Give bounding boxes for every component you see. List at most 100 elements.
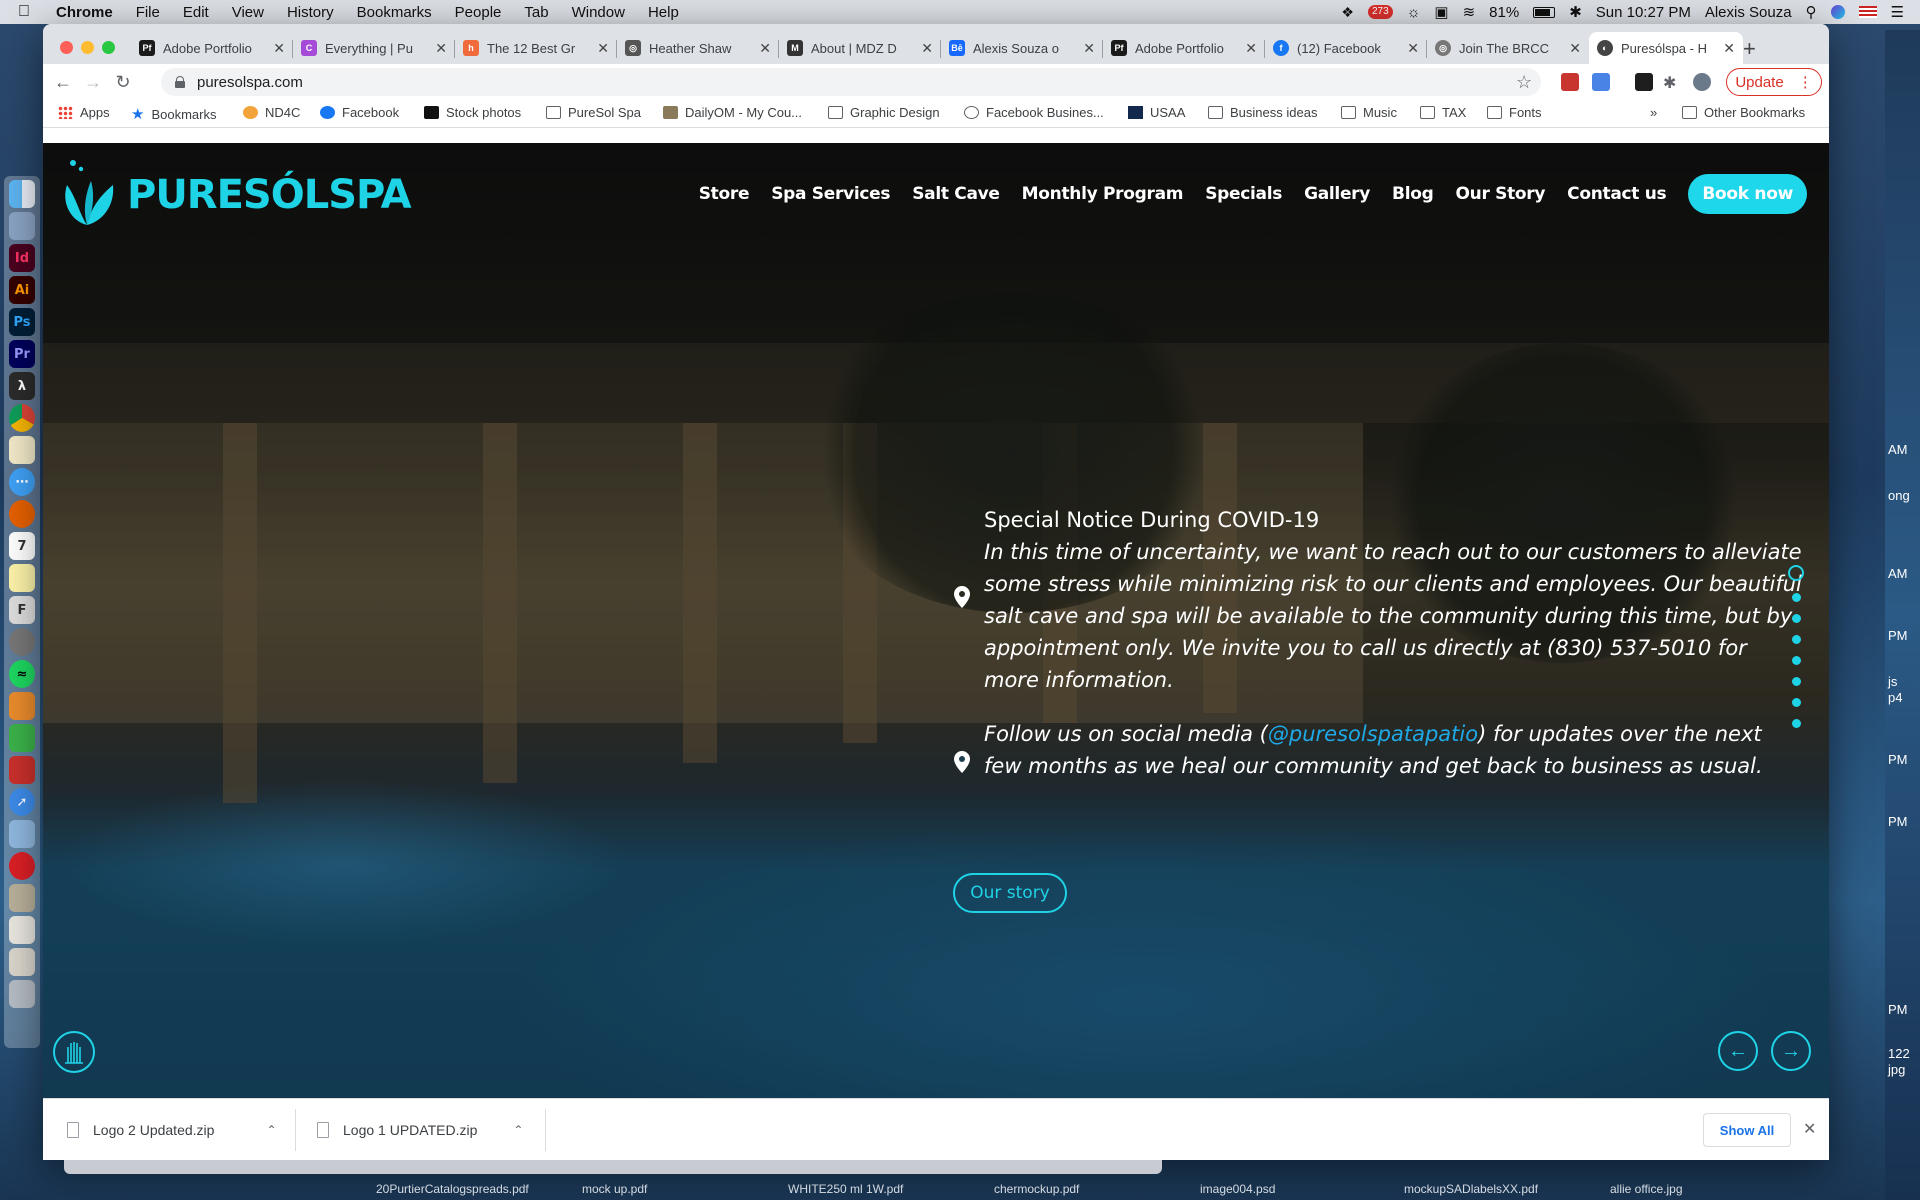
menu-edit[interactable]: Edit <box>183 4 209 21</box>
extension-profile-icon[interactable] <box>1693 73 1711 91</box>
nav-spa-services[interactable]: Spa Services <box>771 184 890 204</box>
bookmark-business-ideas[interactable]: Business ideas <box>1208 105 1317 120</box>
desktop-file-name[interactable]: image004.psd <box>1200 1182 1275 1196</box>
slide-dot[interactable] <box>1791 593 1801 602</box>
desktop-file-name[interactable]: chermockup.pdf <box>994 1182 1079 1196</box>
extension-drawing-icon[interactable] <box>1635 73 1653 91</box>
bookmark-nd4c[interactable]: ND4C <box>243 105 300 120</box>
downloads-stack-icon[interactable] <box>9 884 35 912</box>
menu-help[interactable]: Help <box>648 4 679 21</box>
creative-cloud-dock-icon[interactable] <box>9 852 35 880</box>
slide-dot[interactable] <box>1791 656 1801 665</box>
chrome-icon[interactable] <box>9 404 35 432</box>
close-tab-icon[interactable]: ✕ <box>1245 40 1257 57</box>
nav-blog[interactable]: Blog <box>1392 184 1434 204</box>
menu-tab[interactable]: Tab <box>524 4 548 21</box>
update-button[interactable]: Update ⋮ <box>1726 68 1822 96</box>
chevron-up-icon[interactable]: ⌃ <box>513 1123 523 1137</box>
close-tab-icon[interactable]: ✕ <box>1723 40 1735 57</box>
close-tab-icon[interactable]: ✕ <box>597 40 609 57</box>
close-tab-icon[interactable]: ✕ <box>759 40 771 57</box>
mail-badge[interactable]: 273 <box>1367 5 1393 19</box>
app-store-icon[interactable] <box>9 724 35 752</box>
menu-window[interactable]: Window <box>572 4 625 21</box>
book-now-button[interactable]: Book now <box>1688 174 1807 214</box>
nav-specials[interactable]: Specials <box>1205 184 1282 204</box>
bookmark-facebook-business[interactable]: Facebook Busines... <box>964 105 1104 120</box>
safari-icon[interactable]: ➚ <box>9 788 35 816</box>
nav-contact-us[interactable]: Contact us <box>1567 184 1667 204</box>
site-logo[interactable]: PURESÓLSPA <box>57 155 412 235</box>
trash-icon[interactable] <box>9 980 35 1008</box>
desktop-file-name[interactable]: mockupSADlabelsXX.pdf <box>1404 1182 1538 1196</box>
battery-icon[interactable] <box>1533 6 1556 18</box>
spa-hands-icon[interactable] <box>53 1031 95 1073</box>
illustrator-icon[interactable]: Ai <box>9 276 35 304</box>
show-all-downloads-button[interactable]: Show All <box>1703 1113 1791 1147</box>
slide-dot[interactable] <box>1791 698 1801 707</box>
desktop-file-label[interactable]: PM <box>1888 752 1908 767</box>
close-tab-icon[interactable]: ✕ <box>1407 40 1419 57</box>
photo-booth-icon[interactable] <box>9 756 35 784</box>
documents-stack-icon[interactable] <box>9 916 35 944</box>
finder-icon[interactable] <box>9 180 35 208</box>
menu-people[interactable]: People <box>455 4 502 21</box>
bookmark-apps[interactable]: Apps <box>58 105 110 120</box>
menu-file[interactable]: File <box>136 4 160 21</box>
slider-prev-button[interactable]: ← <box>1718 1031 1758 1071</box>
bookmark-puresol-spa[interactable]: PureSol Spa <box>546 105 641 120</box>
nav-monthly-program[interactable]: Monthly Program <box>1022 184 1184 204</box>
extension-calendar-icon[interactable] <box>1561 73 1579 91</box>
desktop-file-label[interactable]: PM <box>1888 628 1908 643</box>
books-icon[interactable] <box>9 692 35 720</box>
desktop-file-label[interactable]: p4 <box>1888 690 1902 705</box>
document-stack-icon[interactable] <box>9 948 35 976</box>
firefox-icon[interactable] <box>9 500 35 528</box>
desktop-file-name[interactable]: 20PurtierCatalogspreads.pdf <box>376 1182 529 1196</box>
close-tab-icon[interactable]: ✕ <box>1083 40 1095 57</box>
tab-about-mdz[interactable]: M About | MDZ D ✕ <box>779 32 941 64</box>
acrobat-icon[interactable]: λ <box>9 372 35 400</box>
slide-dot[interactable] <box>1791 635 1801 644</box>
battery-percent[interactable]: 81% <box>1489 4 1519 21</box>
desktop-file-name[interactable]: allie office.jpg <box>1610 1182 1683 1196</box>
tab-behance[interactable]: Bē Alexis Souza o ✕ <box>941 32 1103 64</box>
photoshop-icon[interactable]: Ps <box>9 308 35 336</box>
desktop-file-label[interactable]: AM <box>1888 442 1908 457</box>
bookmark-dailyom[interactable]: DailyOM - My Cou... <box>663 105 802 120</box>
tab-puresolspa-active[interactable]: ◐ Puresólspa - H ✕ <box>1589 32 1743 64</box>
slide-dot[interactable] <box>1791 677 1801 686</box>
our-story-button[interactable]: Our story <box>953 873 1067 913</box>
menu-app-name[interactable]: Chrome <box>56 4 113 21</box>
desktop-file-label[interactable]: 122 <box>1888 1046 1910 1061</box>
notes-icon[interactable] <box>9 564 35 592</box>
bookmark-music[interactable]: Music <box>1341 105 1397 120</box>
download-item[interactable]: Logo 2 Updated.zip ⌃ <box>67 1099 277 1160</box>
wifi-icon[interactable]: ≋ <box>1463 3 1476 21</box>
nav-gallery[interactable]: Gallery <box>1304 184 1370 204</box>
lock-icon[interactable] <box>175 76 185 88</box>
tab-adobe-portfolio[interactable]: Pf Adobe Portfolio ✕ <box>131 32 293 64</box>
calendar-icon[interactable]: 7 <box>9 532 35 560</box>
nav-store[interactable]: Store <box>699 184 750 204</box>
tab-facebook[interactable]: f (12) Facebook ✕ <box>1265 32 1427 64</box>
url-text[interactable]: puresolspa.com <box>197 74 303 91</box>
new-tab-button[interactable]: + <box>1743 36 1756 62</box>
menu-history[interactable]: History <box>287 4 334 21</box>
desktop-file-label[interactable]: PM <box>1888 814 1908 829</box>
bookmark-graphic-design[interactable]: Graphic Design <box>828 105 940 120</box>
zoom-window-button[interactable] <box>102 41 115 54</box>
font-book-icon[interactable]: F <box>9 596 35 624</box>
bookmark-stock-photos[interactable]: Stock photos <box>424 105 521 120</box>
minimize-window-button[interactable] <box>81 41 94 54</box>
spotify-icon[interactable]: ≈ <box>9 660 35 688</box>
download-item[interactable]: Logo 1 UPDATED.zip ⌃ <box>317 1099 523 1160</box>
forward-arrow-icon[interactable]: → <box>83 72 103 92</box>
desktop-file-label[interactable]: ong <box>1888 488 1910 503</box>
nav-our-story[interactable]: Our Story <box>1455 184 1545 204</box>
desktop-file-label[interactable]: jpg <box>1888 1062 1905 1077</box>
premiere-icon[interactable]: Pr <box>9 340 35 368</box>
close-tab-icon[interactable]: ✕ <box>921 40 933 57</box>
close-tab-icon[interactable]: ✕ <box>1569 40 1581 57</box>
tab-brcc[interactable]: ◎ Join The BRCC ✕ <box>1427 32 1589 64</box>
